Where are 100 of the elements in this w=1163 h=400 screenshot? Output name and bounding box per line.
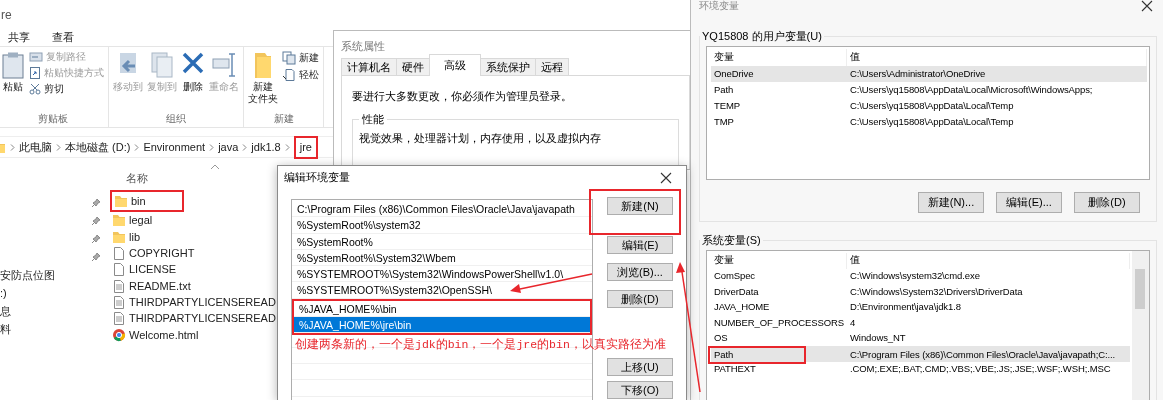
folder-icon (112, 229, 126, 244)
dialog-button[interactable]: 新建(N)... (918, 192, 984, 213)
file-item[interactable]: LICENSE (110, 261, 177, 278)
file-icon (112, 262, 126, 277)
ribbon-button[interactable]: 剪切 (29, 83, 104, 95)
pin-icon (91, 234, 101, 244)
document-icon (112, 311, 126, 326)
table-cell-text: C:\Users\yq15808\AppData\Local\Temp (849, 100, 1015, 112)
table-cell-text: OneDrive (713, 68, 755, 80)
table-cell-text: 4 (849, 316, 857, 329)
dialog-button[interactable]: 编辑(E) (607, 236, 673, 254)
tab[interactable]: 远程 (535, 58, 569, 76)
ribbon-button[interactable]: 轻松 (282, 68, 319, 82)
group-label: 性能 (361, 112, 385, 127)
table-cell-text: C:\Users\yq15808\AppData\Local\Temp (849, 116, 1015, 128)
documents-icon (282, 51, 296, 65)
close-icon (660, 171, 672, 184)
list-item[interactable]: %JAVA_HOME%\jre\bin (294, 317, 590, 334)
window-title: 系统属性 (340, 39, 386, 54)
window-title: 编辑环境变量 (284, 170, 350, 185)
table-row[interactable]: OneDrive C:\Users\Administrator\OneDrive (711, 66, 1147, 82)
dialog-button[interactable]: 新建(N) (607, 197, 673, 215)
chevron-icon (209, 142, 215, 152)
dialog-button[interactable]: 删除(D) (607, 290, 673, 308)
dialog-button[interactable]: 下移(O) (607, 381, 673, 399)
file-item[interactable]: lib (110, 228, 140, 245)
document-icon (112, 294, 126, 309)
table-row[interactable]: TMP C:\Users\yq15808\AppData\Local\Temp (711, 114, 1147, 130)
table-cell-text: NUMBER_OF_PROCESSORS (713, 316, 845, 329)
ribbon-group-label: 剪贴板 (36, 113, 69, 125)
column-header[interactable]: 名称 (126, 171, 148, 186)
window-title: 环境变量 (699, 0, 739, 12)
group-label: YQ15808 的用户变量(U) (701, 30, 823, 43)
clipboard-icon (1, 51, 25, 79)
pin-icon (91, 198, 101, 208)
table-row[interactable]: OS Windows_NT (711, 330, 1130, 346)
file-item[interactable]: Welcome.html (110, 326, 199, 343)
window-title: re (0, 7, 13, 24)
nav-item[interactable]: 料 (0, 320, 11, 338)
table-row[interactable]: ComSpec C:\Windows\system32\cmd.exe (711, 268, 1130, 284)
dialog-button[interactable]: 编辑(E)... (996, 192, 1062, 213)
breadcrumb-item[interactable]: jre (299, 139, 312, 155)
chevron-icon (284, 142, 290, 152)
ribbon-tab[interactable]: 共享 (8, 29, 30, 45)
ribbon-tab[interactable]: 查看 (52, 29, 74, 45)
scissors-icon (29, 83, 41, 95)
table-cell-text: TMP (713, 116, 735, 128)
chevron-icon (242, 142, 248, 152)
ribbon-group-label: 新建 (272, 113, 295, 125)
table-row[interactable]: TEMP C:\Users\yq15808\AppData\Local\Temp (711, 98, 1147, 114)
tab[interactable]: 计算机名 (341, 58, 397, 76)
group-text: 视觉效果，处理器计划，内存使用，以及虚拟内存 (359, 131, 602, 146)
table-cell-text: TEMP (713, 100, 741, 112)
tab[interactable]: 系统保护 (480, 58, 536, 76)
table-row[interactable]: PATHEXT .COM;.EXE;.BAT;.CMD;.VBS;.VBE;.JS;.JSE;.WSF;.WSH;.MSC (711, 361, 1130, 377)
dialog-button[interactable]: 上移(U) (607, 358, 673, 376)
nav-item[interactable]: :) (0, 284, 7, 302)
breadcrumb-item[interactable]: 本地磁盘 (D:) (65, 139, 131, 155)
file-item[interactable]: COPYRIGHT (110, 244, 195, 262)
table-row[interactable]: NUMBER_OF_PROCESSORS 4 (711, 315, 1130, 331)
table-row[interactable]: DriverData C:\Windows\System32\Drivers\DriverData (711, 284, 1130, 300)
breadcrumb-item[interactable]: 此电脑 (19, 139, 52, 155)
chevron-icon (134, 142, 140, 152)
documents-icon (150, 51, 174, 79)
pin-icon (91, 252, 101, 262)
table-row[interactable]: Path C:\Users\yq15808\AppData\Local\Microsoft\WindowsApps; (711, 82, 1147, 98)
table-row[interactable]: Path C:\Program Files (x86)\Common Files\Oracle\Java\javapath;C:... (711, 346, 1130, 362)
tab[interactable]: 硬件 (396, 58, 430, 76)
table-cell-text: Path (713, 349, 734, 361)
folder-icon (112, 213, 126, 228)
table-cell-text: C:\Users\yq15808\AppData\Local\Microsoft\WindowsApps; (849, 84, 1094, 96)
table-cell-text: DriverData (713, 285, 760, 298)
file-item[interactable]: THIRDPARTYLICENSEREAD (110, 310, 276, 327)
column-header[interactable]: 变量 (711, 253, 847, 269)
dialog-button[interactable]: 浏览(B)... (607, 263, 673, 281)
ribbon-button[interactable]: 删除 (181, 51, 205, 113)
chevron-icon (10, 142, 15, 152)
table-cell-text: D:\Environment\java\jdk1.8 (849, 301, 962, 314)
tab[interactable]: 高级 (429, 54, 481, 76)
breadcrumb-item[interactable]: java (218, 139, 239, 155)
ribbon-button[interactable]: 新建 文件夹 (248, 51, 278, 113)
table-row[interactable]: JAVA_HOME D:\Environment\java\jdk1.8 (711, 299, 1130, 315)
breadcrumb-item[interactable]: Environment (143, 139, 206, 155)
file-item[interactable]: bin (112, 193, 146, 210)
document-icon (282, 68, 296, 82)
dialog-button[interactable]: 删除(D) (1074, 192, 1140, 213)
file-item[interactable]: README.txt (110, 277, 191, 294)
file-item[interactable]: THIRDPARTYLICENSEREAD (110, 293, 276, 311)
ribbon-button[interactable]: 粘贴 (1, 51, 25, 113)
pin-icon (91, 216, 101, 226)
breadcrumb-item[interactable]: jdk1.8 (251, 139, 281, 155)
nav-item[interactable]: 息 (0, 302, 11, 320)
column-header[interactable]: 值 (847, 253, 1130, 269)
ring-icon (112, 327, 126, 342)
scrollbar[interactable] (1132, 251, 1149, 400)
file-item[interactable]: legal (110, 212, 153, 229)
nav-item[interactable]: 安防点位图 (0, 266, 55, 284)
ribbon-button[interactable]: 新建 (282, 51, 319, 65)
table-cell-text: ComSpec (713, 270, 756, 283)
chevron-icon (56, 142, 61, 152)
